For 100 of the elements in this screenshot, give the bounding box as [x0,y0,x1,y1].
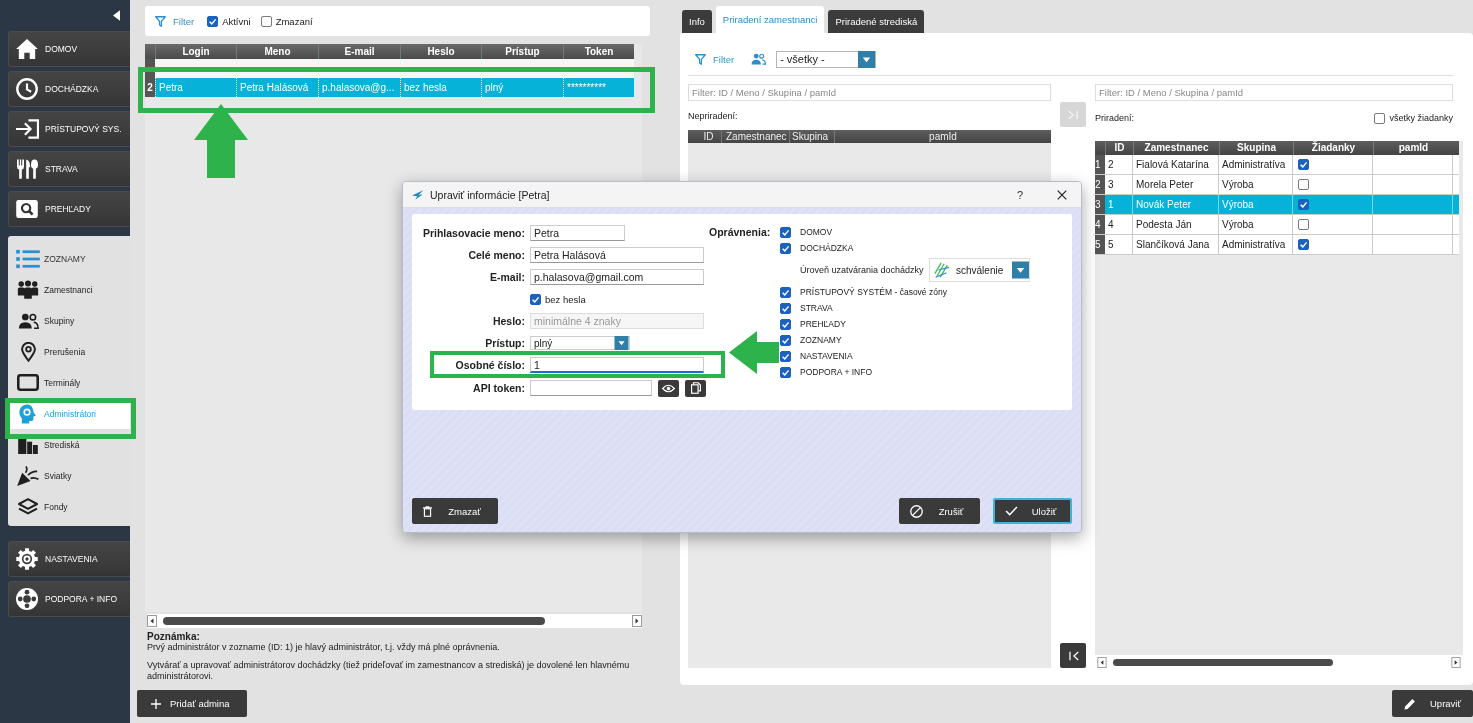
close-icon[interactable] [1057,189,1067,200]
column-header[interactable]: ID [696,130,722,143]
table-cell: p.halasova@g... [318,78,400,97]
row-number: 2 [1095,175,1105,194]
nav-button[interactable]: PREHĽADY [8,191,130,227]
checkbox[interactable] [260,15,272,27]
checkbox[interactable] [780,350,791,362]
nav-button[interactable]: DOMOV [8,31,130,67]
table-cell: Výroba [1219,195,1293,214]
location-pin-icon [20,341,36,362]
scroll-left-icon[interactable] [147,615,157,627]
checkbox[interactable] [780,366,791,378]
text-field[interactable]: Petra [530,225,625,241]
column-header[interactable]: pamId [835,130,1051,143]
show-token-button[interactable] [658,379,679,397]
table-row[interactable]: 2 3 Morela Peter Výroba [1095,175,1459,195]
cutlery-icon [16,159,38,179]
nav-button[interactable]: DOCHÁDZKA [8,71,130,107]
checkbox[interactable] [1298,199,1309,210]
scrollbar-thumb[interactable] [1113,659,1333,666]
checkbox[interactable] [530,293,541,305]
tab[interactable]: Priradení zamestnanci [715,6,825,33]
note-title: Poznámka: [147,631,201,642]
nav-button[interactable]: STRAVA [8,151,130,187]
field-label: Celé meno: [467,249,525,261]
table-cell: Novák Peter [1133,195,1219,214]
unassign-button[interactable] [1060,643,1086,668]
scroll-right-icon[interactable] [632,615,642,627]
party-popper-icon [17,465,39,486]
table-row[interactable]: 3 1 Novák Peter Výroba [1095,195,1459,215]
nav-button[interactable]: PRÍSTUPOVÝ SYS. [8,111,130,147]
wing-icon [412,189,424,200]
pointer-arrow [729,331,779,374]
table-cell: ********** [563,78,634,97]
text-field[interactable]: Petra Halásová [530,247,704,263]
table-cell: bez hesla [400,78,481,97]
save-button[interactable]: Uložiť [993,498,1072,524]
search-icon [16,200,38,218]
table-row[interactable]: 1 2 Fialová Katarína Administratíva [1095,155,1459,175]
checkbox[interactable] [1298,239,1309,250]
help-button[interactable]: ? [1014,188,1025,201]
settings-icon [16,548,38,570]
nav-item[interactable]: Fondy [8,491,130,522]
checkbox[interactable] [780,302,791,314]
nav-item[interactable]: Skupiny [8,305,130,336]
checkbox[interactable] [1298,159,1309,170]
nav-button[interactable]: PODPORA + INFO [8,581,130,617]
group-select[interactable]: - všetky - [776,50,877,68]
checkbox[interactable] [1298,179,1309,190]
horizontal-scrollbar[interactable] [147,614,642,628]
table-row[interactable]: 5 5 Slančíková Jana Administratíva [1095,235,1459,255]
select-field[interactable]: plný [530,336,630,350]
permissions-label: Oprávnenia: [709,225,772,240]
checkbox[interactable] [780,334,791,346]
tab[interactable]: Info [682,10,712,33]
checkbox[interactable] [780,318,791,330]
delete-button[interactable]: Zmazať [412,498,498,524]
monitor-icon [17,374,39,391]
nav-item[interactable]: Strediská [8,429,130,460]
table-row[interactable]: 4 4 Podesta Ján Výroba [1095,215,1459,235]
numbered-list-icon [16,249,40,269]
scroll-right-icon[interactable] [1451,657,1461,668]
add-admin-button[interactable]: Pridať admina [137,690,247,717]
text-field[interactable] [530,380,652,396]
note-text: Vytvárať a upravovať administrátorov dochádzky (tiež prideľovať im zamestnancov a strediská) je dovolené len hlavnému administrátorovi. [147,660,631,682]
checkbox[interactable] [780,242,791,254]
nav-button[interactable]: NASTAVENIA [8,541,130,577]
filter-label[interactable]: Filter [713,53,735,65]
horizontal-scrollbar[interactable] [1097,657,1461,668]
table-cell: Morela Peter [1133,175,1219,194]
tab[interactable]: Priradené strediská [828,10,925,33]
stripes-icon [934,262,950,278]
scrollbar-thumb[interactable] [163,617,545,625]
search-field[interactable]: Filter: ID / Meno / Skupina / pamId [1095,84,1453,101]
nav-item[interactable]: Prerušenia [8,336,130,367]
filter-label[interactable]: Filter [173,15,195,27]
select-field[interactable]: schválenie [929,258,1030,282]
column-header[interactable]: Skupina [790,130,835,143]
nav-item[interactable]: Sviatky [8,460,130,491]
nav-item[interactable]: Terminály [8,367,130,398]
checkbox[interactable] [1298,219,1309,230]
text-field[interactable]: p.halasova@gmail.com [530,269,704,285]
nav-item[interactable]: Zamestnanci [8,274,130,305]
checkbox[interactable] [780,226,791,238]
column-header[interactable]: Zamestnanec [722,130,790,143]
edit-button[interactable]: Upraviť [1392,690,1473,717]
checkbox[interactable] [1374,112,1386,124]
collapse-icon[interactable] [113,10,120,21]
table-cell: 4 [1105,215,1133,234]
search-field[interactable]: Filter: ID / Meno / Skupina / pamId [688,84,1051,101]
scroll-left-icon[interactable] [1097,657,1107,668]
copy-token-button[interactable] [685,379,706,397]
checkbox[interactable] [207,15,219,27]
checkbox-label: DOCHÁDZKA [800,243,854,253]
checkbox[interactable] [780,286,791,298]
text-field[interactable]: 1 [530,357,704,373]
nav-group-header[interactable]: ZOZNAMY [8,244,130,274]
cancel-button[interactable]: Zrušiť [899,498,980,524]
row-number: 1 [1095,155,1105,174]
table-row[interactable]: 2 Petra Petra Halásová p.halasova@g... bez hesla plný ********** [145,78,634,97]
